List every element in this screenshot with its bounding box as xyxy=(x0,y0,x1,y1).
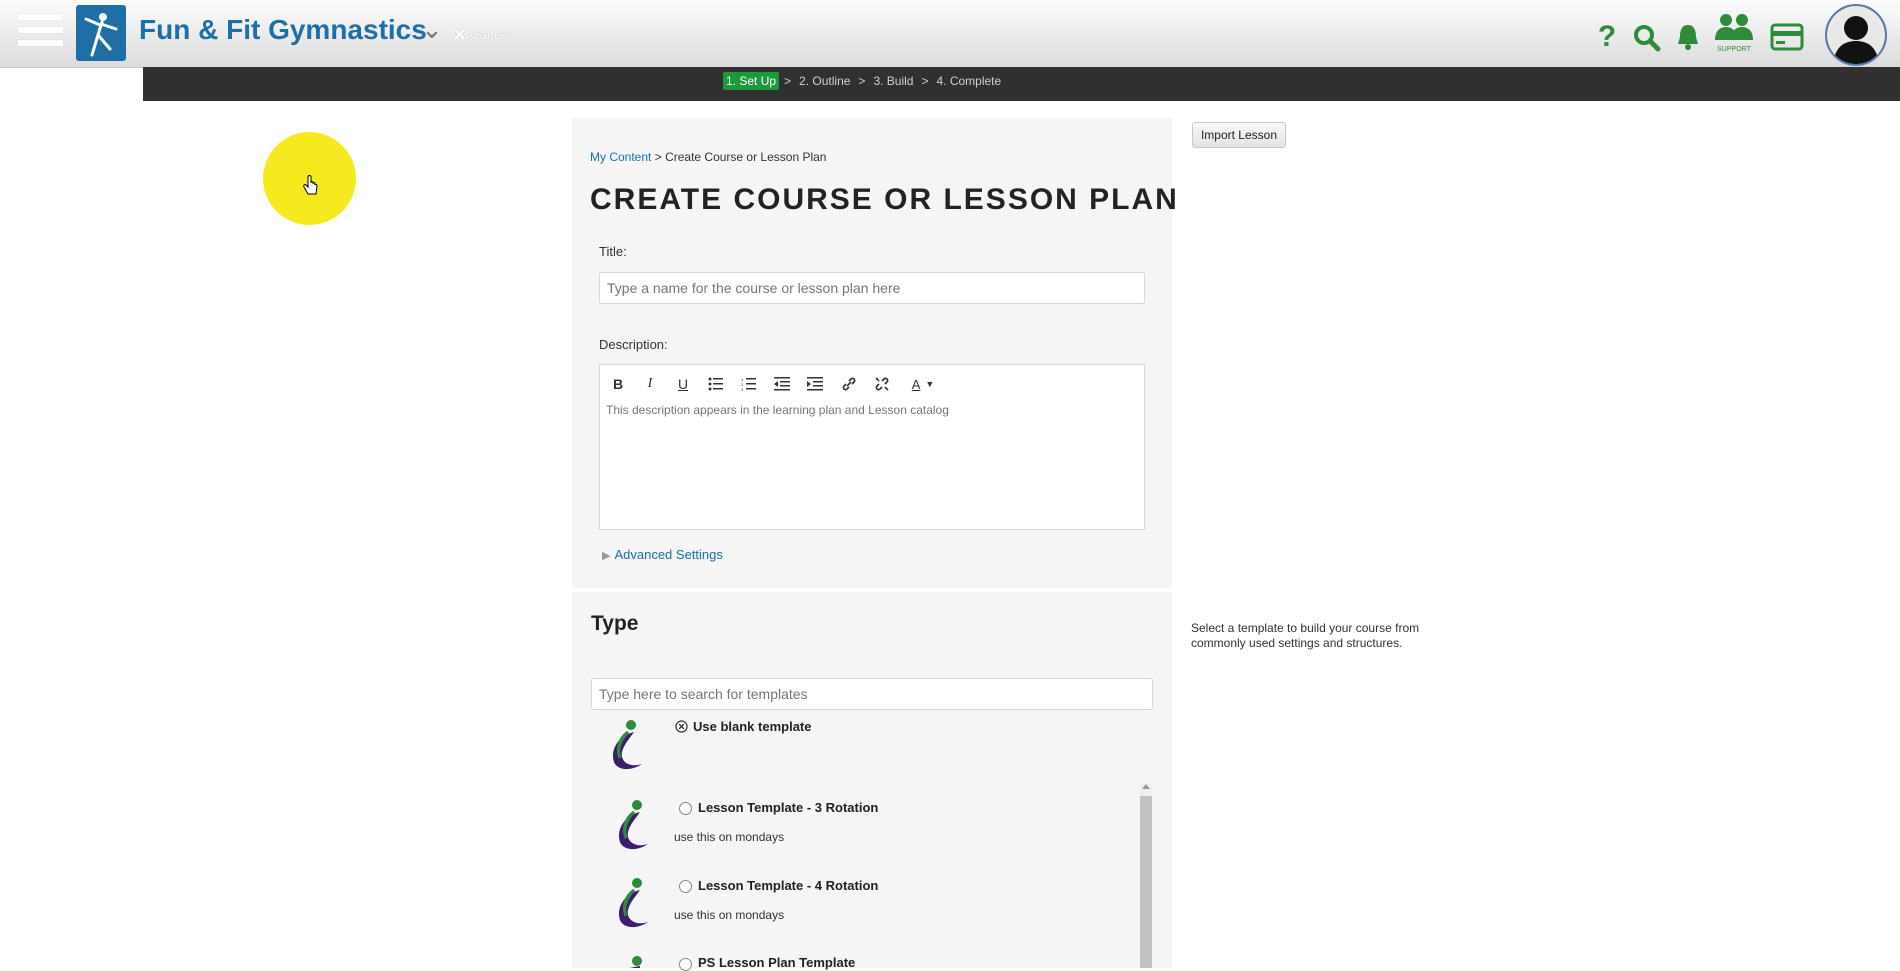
template-radio[interactable] xyxy=(679,958,692,971)
wizard-steps: 1. Set Up >2. Outline >3. Build >4. Complet… xyxy=(723,72,1004,90)
step-set-up[interactable]: 1. Set Up xyxy=(723,72,780,90)
step-outline[interactable]: 2. Outline xyxy=(796,72,853,90)
type-panel xyxy=(572,592,1172,968)
chevron-down-icon[interactable]: ⌄ xyxy=(421,14,443,45)
help-icon[interactable]: ? xyxy=(1596,16,1618,56)
template-help-text: Select a template to build your course f… xyxy=(1191,621,1420,650)
user-avatar[interactable] xyxy=(1825,4,1887,66)
blank-template-selected-icon[interactable] xyxy=(675,720,688,733)
scroll-up-arrow-icon[interactable] xyxy=(1142,784,1150,789)
cancel-button[interactable]: ✕ Cancel xyxy=(452,25,511,46)
step-separator: > xyxy=(921,74,929,88)
text-color-icon[interactable]: A ▼ xyxy=(906,373,940,395)
step-separator: > xyxy=(858,74,866,88)
indent-icon[interactable] xyxy=(803,373,827,395)
support-icon[interactable]: SUPPORT xyxy=(1713,12,1755,53)
page-title: CREATE COURSE OR LESSON PLAN xyxy=(590,183,1179,216)
unlink-icon[interactable] xyxy=(870,373,894,395)
template-search-input[interactable] xyxy=(591,678,1153,710)
title-input[interactable] xyxy=(599,272,1145,304)
template-logo-icon xyxy=(612,720,642,770)
advanced-settings-label: Advanced Settings xyxy=(614,547,723,562)
template-description: use this on mondays xyxy=(674,830,785,844)
description-label: Description: xyxy=(599,337,668,352)
template-logo-icon xyxy=(628,956,642,968)
numbered-list-icon[interactable]: 123 xyxy=(737,373,761,395)
link-icon[interactable] xyxy=(837,373,861,395)
step-build[interactable]: 3. Build xyxy=(870,72,916,90)
organization-name[interactable]: Fun & Fit Gymnastics xyxy=(139,14,427,46)
underline-icon[interactable]: U xyxy=(671,373,695,395)
top-navigation-bar: Fun & Fit Gymnastics ⌄ ✕ Cancel ? SUPPORT xyxy=(0,0,1900,68)
description-editor[interactable]: B I U 123 A ▼ This description appears in… xyxy=(599,364,1145,530)
expand-triangle-icon: ▶ xyxy=(602,550,611,562)
billing-card-icon[interactable] xyxy=(1770,17,1804,57)
breadcrumb: My Content > Create Course or Lesson Pla… xyxy=(590,150,826,164)
breadcrumb-separator: > xyxy=(654,150,662,164)
template-logo-icon xyxy=(618,800,648,850)
hand-cursor-icon xyxy=(303,175,318,195)
blank-template-option[interactable]: Use blank template xyxy=(693,719,812,734)
bold-icon[interactable]: B xyxy=(606,373,630,395)
template-logo-icon xyxy=(618,878,648,928)
cancel-label: Cancel xyxy=(470,27,511,42)
wizard-steps-bar: 1. Set Up >2. Outline >3. Build >4. Complet… xyxy=(143,67,1900,101)
import-lesson-button[interactable]: Import Lesson xyxy=(1192,122,1286,148)
bulleted-list-icon[interactable] xyxy=(704,373,728,395)
step-separator: > xyxy=(784,74,792,88)
search-icon[interactable] xyxy=(1633,18,1661,58)
template-radio[interactable] xyxy=(679,802,692,815)
title-label: Title: xyxy=(599,244,627,259)
template-description: use this on mondays xyxy=(674,908,785,922)
advanced-settings-toggle[interactable]: ▶ Advanced Settings xyxy=(602,547,723,562)
step-complete[interactable]: 4. Complete xyxy=(933,72,1004,90)
italic-icon[interactable]: I xyxy=(638,373,662,395)
template-name[interactable]: Lesson Template - 4 Rotation xyxy=(698,878,878,893)
template-radio[interactable] xyxy=(679,880,692,893)
outdent-icon[interactable] xyxy=(770,373,794,395)
close-icon: ✕ xyxy=(452,25,468,45)
svg-text:3: 3 xyxy=(741,387,744,391)
breadcrumb-current: Create Course or Lesson Plan xyxy=(665,150,827,164)
notifications-bell-icon[interactable] xyxy=(1674,17,1702,57)
template-name[interactable]: Lesson Template - 3 Rotation xyxy=(698,800,878,815)
svg-text:?: ? xyxy=(1598,20,1616,53)
support-label: SUPPORT xyxy=(1717,46,1751,53)
brand-logo-icon[interactable] xyxy=(76,5,126,61)
breadcrumb-my-content-link[interactable]: My Content xyxy=(590,150,651,164)
type-heading: Type xyxy=(591,612,639,635)
description-placeholder: This description appears in the learning… xyxy=(606,403,949,417)
scrollbar-thumb[interactable] xyxy=(1140,796,1152,968)
hamburger-menu-icon[interactable] xyxy=(18,14,63,54)
